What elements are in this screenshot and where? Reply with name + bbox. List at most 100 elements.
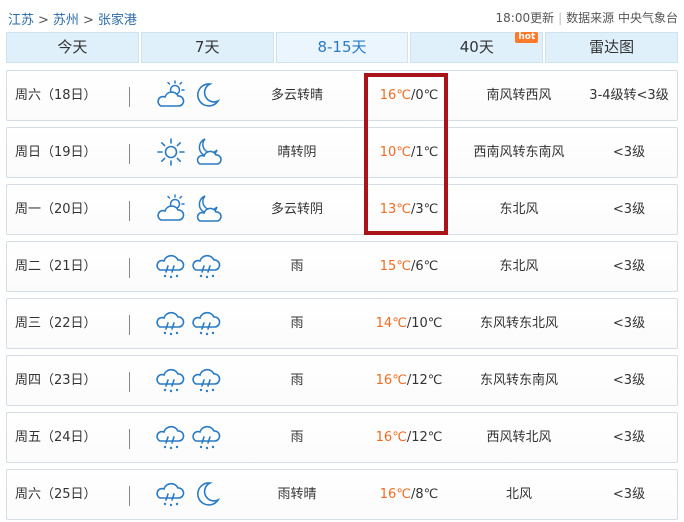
weather-description: 雨 (290, 259, 304, 274)
night-weather-icon (189, 413, 225, 462)
rain-icon (191, 364, 223, 396)
forecast-day: 周二（21日） (15, 259, 97, 274)
breadcrumb-city[interactable]: 苏州 (53, 9, 79, 28)
night-weather-icon (189, 299, 225, 348)
breadcrumb-separator: > (38, 13, 49, 28)
breadcrumb-county[interactable]: 张家港 (98, 9, 137, 28)
breadcrumb: 江苏 > 苏州 > 张家港 (8, 9, 137, 28)
moon-cloud-icon (191, 136, 223, 168)
temperature: 16℃/12℃ (361, 413, 457, 462)
update-info: 18:00更新 | 数据来源 中央气象台 (496, 9, 678, 26)
breadcrumb-province[interactable]: 江苏 (8, 9, 34, 28)
high-temperature: 16℃ (379, 487, 411, 502)
divider (129, 144, 130, 164)
night-weather-icon (189, 185, 225, 234)
day-weather-icon (153, 470, 189, 519)
tab-8-15-days[interactable]: 8-15天 (275, 32, 409, 63)
wind-direction: 西南风转东南风 (473, 145, 565, 160)
high-temperature: 16℃ (375, 373, 407, 388)
wind-direction: 东北风 (499, 259, 539, 274)
tab-7-days[interactable]: 7天 (140, 32, 274, 63)
night-weather-icon (189, 470, 225, 519)
low-temperature: /12℃ (406, 373, 443, 388)
night-weather-icon (189, 242, 225, 291)
temperature: 13℃/3℃ (361, 185, 457, 234)
night-weather-icon (189, 356, 225, 405)
moon-icon (191, 478, 223, 510)
wind-level: <3级 (612, 430, 646, 445)
breadcrumb-separator: > (82, 13, 94, 28)
rain-icon (155, 478, 187, 510)
wind-level: 3-4级转<3级 (589, 88, 669, 103)
divider (129, 486, 130, 506)
rain-icon (155, 307, 187, 339)
weather-description: 多云转阴 (270, 202, 323, 217)
divider (129, 372, 130, 392)
partly-cloudy-icon (155, 193, 187, 225)
forecast-day: 周三（22日） (15, 316, 97, 331)
low-temperature: /6℃ (410, 259, 439, 274)
weather-description: 雨 (290, 430, 304, 445)
partly-cloudy-icon (155, 79, 187, 111)
day-weather-icon (153, 356, 189, 405)
wind-level: <3级 (612, 487, 646, 502)
temperature: 14℃/10℃ (361, 299, 457, 348)
day-weather-icon (153, 413, 189, 462)
weather-description: 晴转阴 (277, 145, 317, 160)
temperature: 15℃/6℃ (361, 242, 457, 291)
temperature: 16℃/8℃ (361, 470, 457, 519)
forecast-day: 周四（23日） (15, 373, 97, 388)
forecast-row: 周五（24日） 雨 16℃/12℃ 西风转北风 <3级 (6, 412, 678, 463)
data-source: 数据来源 中央气象台 (566, 11, 678, 25)
divider (129, 87, 130, 107)
forecast-row: 周六（18日） 多云转晴 16℃/0℃ 南风转西风 3-4级转<3级 (6, 70, 678, 121)
divider (129, 315, 130, 335)
forecast-tabs: 今天 7天 8-15天 40天 hot 雷达图 (6, 32, 678, 63)
weather-description: 雨 (290, 373, 304, 388)
wind-level: <3级 (612, 316, 646, 331)
day-weather-icon (153, 71, 189, 120)
weather-description: 雨 (290, 316, 304, 331)
forecast-day: 周日（19日） (15, 145, 97, 160)
low-temperature: /8℃ (410, 487, 439, 502)
wind-direction: 东风转东北风 (479, 316, 558, 331)
low-temperature: /3℃ (410, 202, 439, 217)
low-temperature: /12℃ (406, 430, 443, 445)
day-weather-icon (153, 299, 189, 348)
night-weather-icon (189, 71, 225, 120)
forecast-day: 周六（18日） (15, 88, 97, 103)
wind-direction: 东北风 (499, 202, 539, 217)
wind-direction: 西风转北风 (486, 430, 552, 445)
rain-icon (155, 250, 187, 282)
moon-cloud-icon (191, 193, 223, 225)
wind-direction: 北风 (505, 487, 532, 502)
wind-direction: 东风转东南风 (479, 373, 558, 388)
temperature: 16℃/0℃ (361, 71, 457, 120)
wind-level: <3级 (612, 145, 646, 160)
low-temperature: /1℃ (410, 145, 439, 160)
moon-icon (191, 79, 223, 111)
high-temperature: 13℃ (379, 202, 411, 217)
low-temperature: /0℃ (410, 88, 439, 103)
wind-level: <3级 (612, 373, 646, 388)
divider (129, 429, 130, 449)
temperature: 10℃/1℃ (361, 128, 457, 177)
low-temperature: /10℃ (406, 316, 443, 331)
divider (129, 258, 130, 278)
temperature: 16℃/12℃ (361, 356, 457, 405)
rain-icon (155, 421, 187, 453)
sun-icon (155, 136, 187, 168)
top-bar: 江苏 > 苏州 > 张家港 18:00更新 | 数据来源 中央气象台 (0, 0, 684, 32)
tab-today[interactable]: 今天 (6, 32, 139, 63)
forecast-row: 周六（25日） 雨转晴 16℃/8℃ 北风 <3级 (6, 469, 678, 520)
night-weather-icon (189, 128, 225, 177)
high-temperature: 15℃ (379, 259, 411, 274)
forecast-row: 周三（22日） 雨 14℃/10℃ 东风转东北风 <3级 (6, 298, 678, 349)
forecast-row: 周二（21日） 雨 15℃/6℃ 东北风 <3级 (6, 241, 678, 292)
forecast-row: 周四（23日） 雨 16℃/12℃ 东风转东南风 <3级 (6, 355, 678, 406)
rain-icon (191, 421, 223, 453)
tab-40-days[interactable]: 40天 hot (410, 32, 544, 63)
day-weather-icon (153, 128, 189, 177)
forecast-day: 周一（20日） (15, 202, 97, 217)
tab-radar[interactable]: 雷达图 (545, 32, 678, 63)
